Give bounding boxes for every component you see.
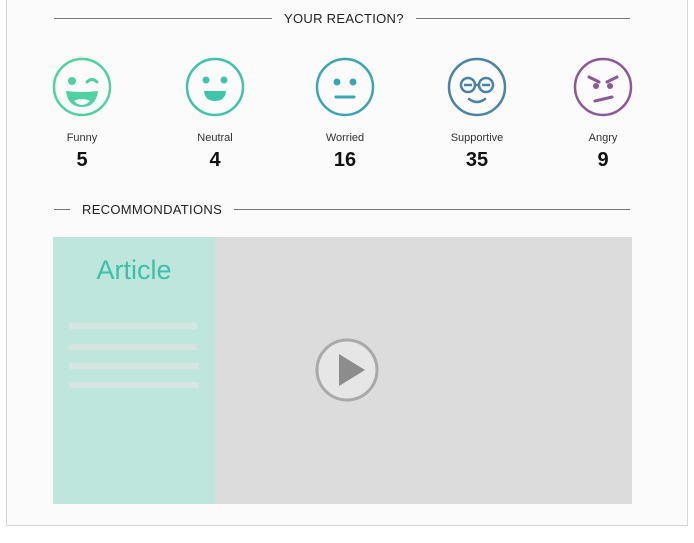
reaction-count: 5: [76, 149, 88, 171]
reaction-label: Supportive: [450, 132, 504, 144]
reaction-angry-button[interactable]: Angry 9: [553, 57, 653, 172]
winking-laughing-face-icon: [52, 57, 112, 117]
heading-divider: [234, 209, 630, 210]
smiling-face-icon: [185, 57, 245, 117]
reaction-label: Neutral: [197, 132, 233, 144]
reaction-label: Worried: [325, 132, 365, 144]
recommendation-card: Article: [53, 237, 632, 504]
recommendations-heading: RECOMMONDATIONS: [54, 202, 630, 217]
video-play-button[interactable]: [315, 338, 379, 407]
article-text-line: [69, 363, 199, 369]
reaction-neutral-button[interactable]: Neutral 4: [165, 57, 265, 172]
play-icon: [315, 338, 379, 402]
article-text-line: [69, 344, 197, 350]
reaction-heading: YOUR REACTION?: [54, 11, 630, 26]
recommendations-heading-text: RECOMMONDATIONS: [82, 202, 223, 217]
reaction-count: 9: [597, 149, 609, 171]
reaction-label: Angry: [588, 132, 618, 144]
reaction-count: 4: [209, 149, 221, 171]
neutral-face-icon: [315, 57, 375, 117]
heading-divider: [54, 18, 272, 19]
article-text-line: [69, 382, 199, 388]
angry-face-icon: [573, 57, 633, 117]
article-thumbnail[interactable]: Article: [53, 237, 215, 504]
reaction-heading-text: YOUR REACTION?: [284, 11, 404, 26]
article-title: Article: [96, 255, 172, 285]
reaction-funny-button[interactable]: Funny 5: [32, 57, 132, 172]
heading-divider: [415, 18, 630, 19]
article-text-line: [69, 323, 197, 329]
reaction-count: 35: [465, 149, 489, 171]
reaction-label: Funny: [66, 132, 98, 144]
heading-divider: [54, 209, 70, 210]
reaction-worried-button[interactable]: Worried 16: [295, 57, 395, 172]
reaction-count: 16: [333, 149, 357, 171]
glasses-smiling-face-icon: [447, 57, 507, 117]
reaction-supportive-button[interactable]: Supportive 35: [427, 57, 527, 172]
